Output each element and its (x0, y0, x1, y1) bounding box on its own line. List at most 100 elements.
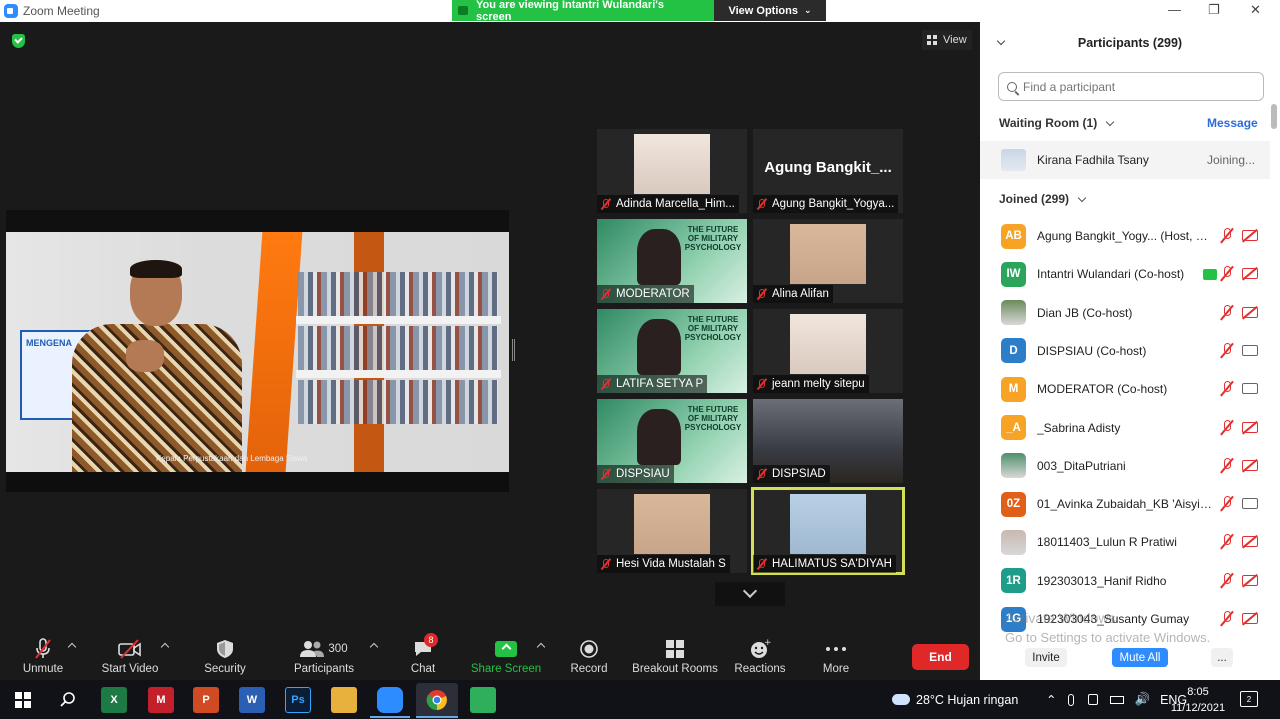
end-meeting-button[interactable]: End (912, 644, 969, 670)
participant-row[interactable]: 1R 192303013_Hanif Ridho (980, 562, 1270, 600)
microphone-icon[interactable] (1068, 693, 1075, 706)
camera-off-icon (1242, 268, 1258, 280)
chat-button[interactable]: 8 Chat (406, 630, 440, 680)
taskbar-clock[interactable]: 8:05 11/12/2021 (1168, 684, 1228, 716)
chrome-icon[interactable] (416, 683, 458, 717)
panel-collapse-chevron-icon[interactable] (996, 36, 1006, 46)
waiting-participant-row[interactable]: Kirana Fadhila Tsany Joining... (980, 141, 1270, 179)
shared-screen-content[interactable]: MENGENA Kepala Perpustakaan dan Lembaga … (6, 210, 509, 492)
participant-row[interactable]: 0Z 01_Avinka Zubaidah_KB 'Aisyiya... (980, 485, 1270, 523)
participant-row[interactable]: IW Intantri Wulandari (Co-host) (980, 255, 1270, 293)
participant-search-box[interactable] (998, 72, 1264, 101)
more-button[interactable]: More (818, 630, 854, 680)
participant-list-scrollbar[interactable] (1271, 104, 1277, 129)
video-tile[interactable]: Adinda Marcella_Him... (597, 129, 747, 213)
view-options-button[interactable]: View Options ⌄ (714, 0, 826, 21)
participant-row[interactable]: 003_DitaPutriani (980, 447, 1270, 485)
share-screen-button[interactable]: Share Screen (470, 630, 542, 680)
meeting-stage: View MENGENA Kepala Perpustakaan dan Lem… (0, 22, 980, 630)
avatar: 1R (1001, 568, 1026, 594)
viewing-screen-indicator: You are viewing Intantri Wulandari's scr… (452, 0, 714, 23)
encryption-shield-icon[interactable] (12, 34, 25, 48)
start-video-button[interactable]: Start Video (100, 630, 160, 680)
participant-row[interactable]: Dian JB (Co-host) (980, 294, 1270, 332)
joined-header[interactable]: Joined (299) (999, 192, 1087, 206)
participant-row[interactable]: D DISPSIAU (Co-host) (980, 332, 1270, 370)
chevron-up-icon[interactable]: ⌃ (1046, 692, 1056, 707)
search-icon[interactable] (55, 687, 81, 713)
split-resize-handle[interactable] (512, 339, 515, 361)
video-tile[interactable]: THE FUTURE OF MILITARY PSYCHOLOGY DISPSIA… (597, 399, 747, 483)
battery-icon[interactable] (1110, 695, 1125, 704)
chevron-down-icon (1105, 117, 1115, 126)
svg-text:+: + (764, 638, 771, 648)
panel-more-button[interactable]: ... (1211, 648, 1233, 667)
record-button[interactable]: Record (568, 630, 610, 680)
video-tile[interactable]: THE FUTURE OF MILITARY PSYCHOLOGY LATIFA … (597, 309, 747, 393)
participant-row[interactable]: _A _Sabrina Adisty (980, 409, 1270, 447)
participant-video-thumbnail (637, 229, 681, 285)
photoshop-icon[interactable]: Ps (285, 687, 311, 713)
mic-muted-icon (1220, 457, 1234, 474)
powerpoint-icon[interactable]: P (193, 687, 219, 713)
participant-row[interactable]: M MODERATOR (Co-host) (980, 370, 1270, 408)
video-options-caret[interactable] (160, 642, 170, 652)
video-tile[interactable]: Alina Alifan (753, 219, 903, 303)
tile-name-label: Alina Alifan (753, 285, 833, 303)
video-tile[interactable]: THE FUTURE OF MILITARY PSYCHOLOGY MODERAT… (597, 219, 747, 303)
video-tile[interactable]: HALIMATUS SA'DIYAH (751, 487, 905, 575)
weather-widget[interactable]: 28°C Hujan ringan (892, 680, 1018, 719)
app-tray-icon[interactable] (1088, 694, 1099, 705)
word-icon[interactable]: W (239, 687, 265, 713)
windows-taskbar: X M P W Ps 28°C Hujan ringan ⌃ 🔊 ENG 8:0… (0, 680, 1280, 719)
gallery-next-page-button[interactable] (715, 582, 785, 606)
virtual-background-text: THE FUTURE OF MILITARY PSYCHOLOGY (684, 405, 742, 432)
window-title: Zoom Meeting (23, 4, 100, 18)
breakout-rooms-button[interactable]: Breakout Rooms (632, 630, 718, 680)
audio-options-caret[interactable] (67, 642, 77, 652)
invite-button[interactable]: Invite (1025, 648, 1067, 667)
mute-all-button[interactable]: Mute All (1112, 648, 1168, 667)
view-label: View (943, 34, 967, 46)
video-tile[interactable]: Hesi Vida Mustalah S (597, 489, 747, 573)
avatar (1001, 453, 1026, 479)
breakout-rooms-label: Breakout Rooms (632, 663, 718, 675)
reactions-button[interactable]: + Reactions (734, 630, 786, 680)
mic-muted-icon (1220, 534, 1234, 550)
camtasia-icon[interactable] (470, 687, 496, 713)
share-screen-label: Share Screen (470, 663, 542, 675)
mendeley-icon[interactable]: M (148, 687, 174, 713)
camera-off-icon (117, 637, 143, 661)
waiting-room-header[interactable]: Waiting Room (1) (999, 116, 1115, 130)
volume-icon[interactable]: 🔊 (1134, 692, 1150, 707)
participant-name: Dian JB (Co-host) (1037, 305, 1133, 320)
share-screen-icon-wrap (493, 637, 519, 661)
unmute-button[interactable]: Unmute (20, 630, 66, 680)
participants-button[interactable]: 300 Participants (292, 630, 356, 680)
view-button[interactable]: View (922, 30, 972, 50)
security-button[interactable]: Security (202, 630, 248, 680)
participant-row[interactable]: AB Agung Bangkit_Yogy... (Host, me) (980, 217, 1270, 255)
close-icon[interactable]: ✕ (1250, 2, 1261, 18)
video-tile[interactable]: DISPSIAD (753, 399, 903, 483)
tile-participant-name: HALIMATUS SA'DIYAH (772, 558, 892, 570)
participants-panel-header: Participants (299) (980, 30, 1280, 56)
grid-view-icon (927, 35, 937, 45)
restore-icon[interactable]: ❐ (1208, 2, 1220, 18)
excel-icon[interactable]: X (101, 687, 127, 713)
participant-row[interactable]: 18011403_Lulun R Pratiwi (980, 523, 1270, 561)
notification-center-icon[interactable]: 2 (1240, 691, 1258, 707)
video-tile[interactable]: jeann melty sitepu (753, 309, 903, 393)
minimize-icon[interactable]: — (1168, 2, 1181, 17)
message-waiting-room-link[interactable]: Message (1207, 116, 1258, 130)
participants-options-caret[interactable] (369, 642, 379, 652)
participant-search-input[interactable] (1023, 79, 1253, 94)
mic-muted-icon (600, 468, 611, 480)
zoom-app-icon[interactable] (377, 687, 403, 713)
file-explorer-icon[interactable] (331, 687, 357, 713)
tile-participant-name: jeann melty sitepu (772, 378, 865, 390)
windows-start-icon[interactable] (10, 687, 36, 713)
camera-off-icon (1242, 421, 1258, 433)
video-tile[interactable]: Agung Bangkit_... Agung Bangkit_Yogya... (753, 129, 903, 213)
mic-muted-icon (756, 288, 767, 300)
